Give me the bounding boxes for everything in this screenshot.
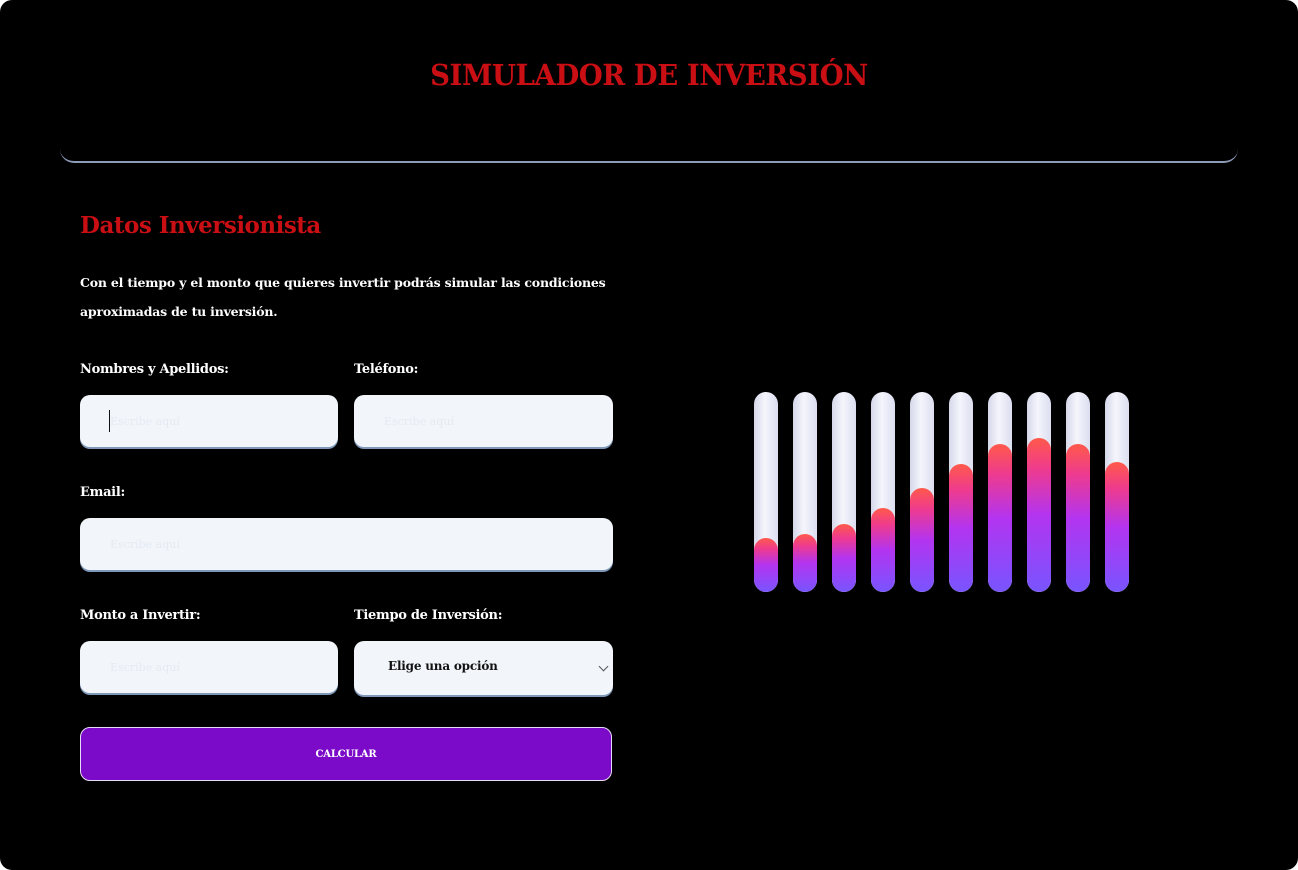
bar-fill [832,524,856,592]
email-field [80,518,613,570]
bar-track [793,392,817,592]
bar-track [1105,392,1129,592]
bar-fill [754,538,778,592]
page-header: SIMULADOR DE INVERSIÓN [60,0,1238,163]
bar-track [910,392,934,592]
bar-fill [988,444,1012,592]
phone-input[interactable] [354,395,613,447]
bar-fill [793,534,817,592]
email-input[interactable] [80,518,613,570]
bar-fill [871,508,895,592]
chevron-down-icon [598,661,609,672]
calculate-button[interactable]: CALCULAR [80,727,612,781]
amount-field [80,641,338,693]
term-select[interactable]: Elige una opción [354,641,613,695]
bar-track [949,392,973,592]
term-label: Tiempo de Inversión: [354,608,503,623]
phone-field [354,395,613,447]
bar-fill [910,488,934,592]
bar-track [871,392,895,592]
bar-track [832,392,856,592]
name-input[interactable] [80,395,338,447]
bar-graphic [754,392,1134,594]
bar-track [754,392,778,592]
bar-fill [1027,438,1051,592]
page-title: SIMULADOR DE INVERSIÓN [430,58,868,92]
app-window: SIMULADOR DE INVERSIÓN Datos Inversionis… [0,0,1298,870]
text-caret [109,410,110,432]
name-label: Nombres y Apellidos: [80,362,229,377]
section-title: Datos Inversionista [80,212,321,239]
name-field [80,395,338,447]
phone-label: Teléfono: [354,362,419,377]
bar-fill [1066,444,1090,592]
bar-fill [1105,462,1129,592]
term-select-value: Elige una opción [388,659,498,673]
bar-track [1066,392,1090,592]
amount-label: Monto a Invertir: [80,608,201,623]
bar-fill [949,464,973,592]
intro-text: Con el tiempo y el monto que quieres inv… [80,275,606,319]
bar-track [988,392,1012,592]
email-label: Email: [80,485,125,500]
bar-track [1027,392,1051,592]
amount-input[interactable] [80,641,338,693]
